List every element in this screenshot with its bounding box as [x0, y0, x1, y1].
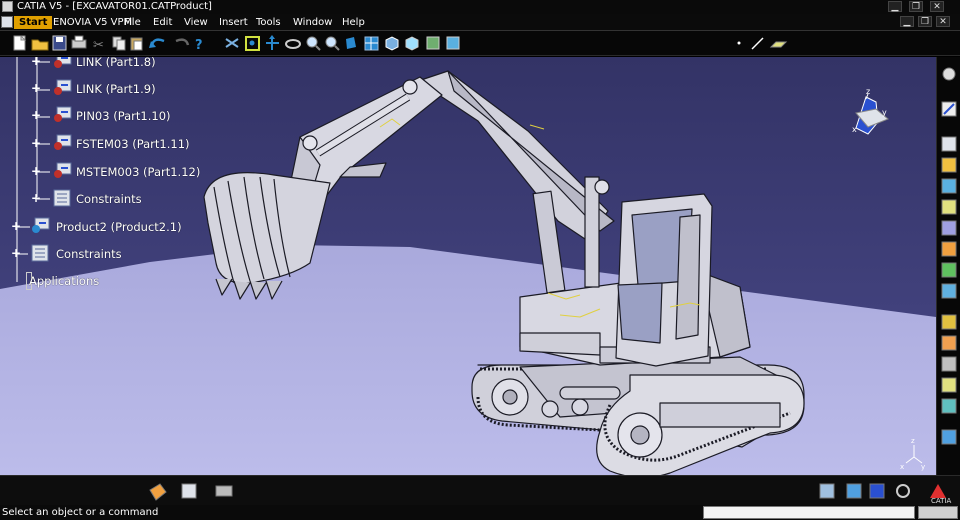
print-icon[interactable] [71, 35, 87, 49]
title-bar: CATIA V5 - [EXCAVATOR01.CATProduct] ▁ ❐ … [0, 0, 960, 14]
existing-component-icon[interactable] [941, 136, 957, 152]
open-icon[interactable] [31, 39, 49, 51]
view-mode-icon[interactable] [819, 483, 835, 499]
replace-icon[interactable] [941, 157, 957, 173]
start-menu-icon [1, 16, 13, 28]
catalog-icon[interactable] [942, 67, 956, 81]
window-title: CATIA V5 - [EXCAVATOR01.CATProduct] [17, 1, 212, 12]
normal-view-icon[interactable] [346, 37, 356, 49]
part-icon [54, 79, 72, 95]
triad-y-label: y [921, 463, 925, 471]
svg-text:✂: ✂ [93, 38, 104, 53]
svg-text:?: ? [195, 38, 203, 53]
catia-app-icon [2, 1, 13, 12]
update-icon[interactable] [941, 429, 957, 445]
grid-icon[interactable] [869, 483, 885, 499]
snap-point-icon[interactable] [896, 484, 910, 498]
standard-toolbar: ✂ ? [0, 31, 960, 56]
doc-restore-button[interactable]: ❐ [918, 16, 932, 27]
right-toolbar [936, 57, 960, 475]
stop-manipulate-icon[interactable] [941, 283, 957, 299]
fit-all-icon[interactable] [245, 36, 260, 51]
pan-icon[interactable] [266, 35, 279, 50]
triad-x-label: x [900, 463, 904, 471]
new-icon[interactable] [13, 35, 27, 51]
manipulation-icon[interactable] [941, 220, 957, 236]
menu-view[interactable]: View [181, 16, 211, 29]
cut-icon[interactable]: ✂ [93, 38, 104, 53]
catia-logo: CATIA [931, 497, 951, 505]
contact-constraint-icon[interactable] [941, 335, 957, 351]
triad-z-label: z [911, 437, 915, 445]
command-input[interactable] [703, 506, 915, 519]
compass-z-label: z [866, 87, 870, 96]
doc-close-button[interactable]: ✕ [936, 16, 950, 27]
menu-window[interactable]: Window [290, 16, 335, 29]
hide-show-icon[interactable] [426, 36, 440, 50]
operator-cab[interactable] [615, 193, 713, 367]
part-icon [54, 134, 72, 150]
plane-icon[interactable] [769, 41, 788, 48]
part-icon [54, 57, 72, 68]
save-icon[interactable] [52, 35, 67, 51]
minimize-button[interactable]: ▁ [888, 1, 902, 12]
iso-view-icon[interactable] [385, 36, 399, 51]
swap-space-icon[interactable] [446, 36, 460, 50]
menu-tools[interactable]: Tools [253, 16, 284, 29]
copy-icon[interactable] [112, 36, 126, 51]
doc-minimize-button[interactable]: ▁ [900, 16, 914, 27]
menu-edit[interactable]: Edit [150, 16, 175, 29]
menu-insert[interactable]: Insert [216, 16, 251, 29]
undo-icon[interactable] [149, 38, 165, 48]
zoom-in-icon[interactable] [306, 36, 321, 51]
multi-view-icon[interactable] [364, 36, 379, 51]
menu-bar: Start ENOVIA V5 VPM File Edit View Inser… [0, 14, 960, 31]
compute-clash-icon[interactable] [181, 483, 197, 499]
offset-constraint-icon[interactable] [941, 398, 957, 414]
whats-this-icon[interactable]: ? [195, 38, 203, 53]
bottom-toolbar: CATIA [0, 475, 960, 505]
tree-item-applications[interactable]: Applications [26, 272, 99, 290]
constraints-icon [53, 189, 71, 207]
line-icon[interactable] [751, 37, 764, 50]
part-icon [54, 106, 72, 122]
angle-constraint-icon[interactable] [941, 377, 957, 393]
fly-mode-icon[interactable] [225, 38, 239, 48]
fix-constraint-icon[interactable] [941, 356, 957, 372]
3d-viewport[interactable]: z y x z x y + LINK (Part1.8) + LINK (Par… [0, 57, 936, 475]
multi-instantiation-icon[interactable] [941, 199, 957, 215]
constraints-icon [31, 244, 49, 262]
paste-icon[interactable] [130, 37, 143, 51]
compass-x-label: x [852, 125, 857, 134]
render-icon[interactable] [846, 483, 862, 499]
product-icon [32, 217, 50, 233]
shading-icon[interactable] [405, 36, 419, 51]
redo-icon[interactable] [175, 38, 190, 46]
compass-y-label: y [882, 108, 887, 117]
sectioning-icon[interactable] [215, 485, 233, 497]
command-button[interactable] [918, 506, 958, 519]
menu-help[interactable]: Help [339, 16, 368, 29]
sketch-icon[interactable] [941, 101, 957, 117]
menu-file[interactable]: File [121, 16, 144, 29]
status-bar: Select an object or a command [0, 505, 960, 520]
explode-icon[interactable] [941, 262, 957, 278]
menu-start[interactable]: Start [14, 16, 53, 29]
close-button[interactable]: ✕ [930, 1, 944, 12]
zoom-out-icon[interactable] [325, 36, 340, 51]
part-icon [54, 162, 72, 178]
snap-icon[interactable] [941, 241, 957, 257]
graph-tree-icon[interactable] [941, 178, 957, 194]
measure-icon[interactable] [149, 483, 167, 501]
reorder-icon[interactable] [941, 314, 957, 330]
restore-button[interactable]: ❐ [909, 1, 923, 12]
catalog-browser-icon[interactable] [930, 484, 946, 498]
status-message: Select an object or a command [2, 507, 159, 518]
rotate-icon[interactable] [285, 39, 301, 49]
point-icon[interactable] [737, 41, 741, 45]
